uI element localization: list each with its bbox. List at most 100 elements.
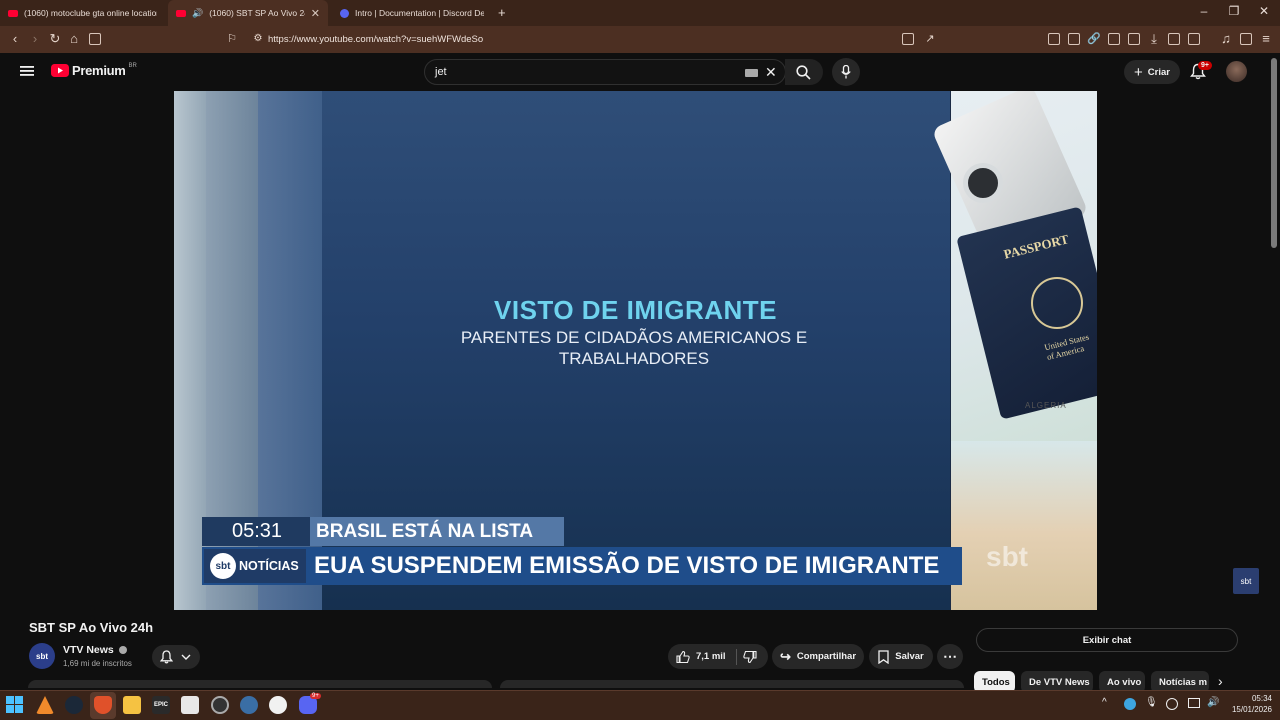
share-arrow-icon: ↪ [779, 648, 791, 664]
clock-time: 05:34 [1251, 694, 1272, 703]
tab-title: Intro | Documentation | Discord Deve [355, 8, 484, 18]
search-button[interactable] [785, 59, 823, 85]
downloads-icon[interactable]: ⤓ [1146, 32, 1162, 46]
video-player[interactable]: PASSPORT United States of America ALGERI… [174, 91, 1097, 610]
region-code: BR [128, 62, 137, 69]
show-chat-button[interactable]: Exibir chat [976, 628, 1238, 652]
map-label: ALGERIA [1025, 401, 1067, 410]
video-graphic-title: VISTO DE IMIGRANTE [494, 295, 777, 325]
sbt-noticias-logo: sbt NOTÍCIAS [204, 549, 306, 583]
notifications-button[interactable]: 9+ [1190, 61, 1212, 80]
store-icon[interactable] [181, 696, 199, 714]
channel-name-text: VTV News [63, 644, 114, 656]
link-icon[interactable]: 🔗 [1086, 32, 1102, 46]
back-icon[interactable]: ‹ [7, 32, 23, 46]
divider [735, 648, 737, 665]
channel-avatar[interactable]: sbt [29, 643, 55, 669]
windows-start-icon[interactable] [6, 696, 23, 713]
extensions-icon[interactable] [1048, 33, 1060, 45]
apps-grid-icon[interactable] [1128, 33, 1140, 45]
chevron-right-icon[interactable]: › [1218, 673, 1223, 689]
clear-search-icon[interactable]: ✕ [765, 64, 777, 81]
address-toolbar: ‹ › ↻ ⌂ ⚐ ⚙ https://www.youtube.com/watc… [0, 26, 1280, 73]
save-button[interactable]: Salvar [869, 644, 933, 669]
sbt-watermark: sbt [986, 541, 1028, 572]
search-icon [796, 65, 811, 80]
url-field[interactable]: https://www.youtube.com/watch?v=suehWFWd… [268, 34, 483, 45]
thumbs-down-icon[interactable] [742, 650, 757, 664]
settings-gear-icon[interactable] [240, 696, 258, 714]
file-explorer-icon[interactable] [123, 696, 141, 714]
forward-icon[interactable]: › [27, 32, 43, 46]
browser-tab-bar: (1060) motoclube gta online location 🔊 (… [0, 0, 1280, 26]
account-avatar[interactable] [1226, 61, 1247, 82]
epic-games-icon[interactable]: EPIC [152, 696, 170, 714]
browser-menu-icon[interactable]: ≡ [1258, 32, 1274, 46]
voice-search-button[interactable] [832, 58, 860, 86]
system-clock[interactable]: 05:34 15/01/2026 [1222, 693, 1272, 715]
music-icon[interactable]: ♫ [1218, 32, 1234, 46]
share-page-icon[interactable]: ↗ [922, 32, 938, 46]
minimize-icon[interactable]: – [1189, 4, 1219, 18]
sidebar-toggle-icon[interactable] [89, 33, 101, 45]
chevron-down-icon [181, 654, 191, 660]
youtube-play-icon [51, 64, 69, 77]
cast-icon[interactable] [902, 33, 914, 45]
close-tab-icon[interactable]: ✕ [311, 7, 320, 20]
subscriber-count: 1,69 mi de inscritos [63, 659, 132, 668]
create-button[interactable]: + Criar [1124, 60, 1180, 84]
save-label: Salvar [895, 651, 924, 662]
share-label: Compartilhar [796, 651, 857, 662]
youtube-premium-logo[interactable]: Premium BR [51, 63, 137, 78]
tray-cloud-icon[interactable] [1124, 698, 1136, 710]
tab-sbt-live[interactable]: 🔊 (1060) SBT SP Ao Vivo 24h - Y ✕ [168, 0, 328, 26]
hamburger-menu-icon[interactable] [20, 65, 34, 77]
window-close-icon[interactable]: ✕ [1249, 4, 1279, 18]
more-dots-icon: ⋯ [943, 648, 957, 664]
bookmark-icon[interactable]: ⚐ [224, 32, 240, 46]
scrollbar-thumb[interactable] [1271, 58, 1277, 248]
more-actions-button[interactable]: ⋯ [937, 644, 963, 669]
side-panel-icon[interactable] [1240, 33, 1252, 45]
reading-list-icon[interactable] [1188, 33, 1200, 45]
description-placeholder [500, 680, 964, 688]
reload-icon[interactable]: ↻ [47, 32, 63, 46]
bell-icon [160, 650, 173, 664]
camera-lens [963, 163, 1003, 203]
search-query: jet [435, 66, 447, 78]
video-title: SBT SP Ao Vivo 24h [29, 620, 154, 635]
tray-volume-icon[interactable]: 🔊 [1207, 697, 1219, 708]
wallet-icon[interactable] [1068, 33, 1080, 45]
subscription-bell-button[interactable] [152, 645, 200, 669]
brave-browser-icon[interactable] [94, 696, 112, 714]
site-settings-icon[interactable]: ⚙ [250, 32, 266, 46]
steam-icon[interactable] [65, 696, 83, 714]
thumbs-up-icon[interactable] [676, 650, 690, 664]
tray-network-icon[interactable] [1188, 698, 1200, 708]
tab-title: (1060) SBT SP Ao Vivo 24h - Y [209, 8, 305, 18]
tab-discord-docs[interactable]: Intro | Documentation | Discord Deve [332, 0, 492, 26]
discord-icon [340, 8, 349, 18]
tray-sync-icon[interactable] [1166, 698, 1178, 710]
history-icon[interactable] [1168, 33, 1180, 45]
tray-mic-icon[interactable]: 🎙 [1145, 697, 1158, 708]
tab-motoclube[interactable]: (1060) motoclube gta online location [0, 0, 165, 26]
logo-text: Premium [72, 63, 126, 78]
plus-icon: + [1134, 63, 1143, 81]
channel-name[interactable]: VTV News [63, 644, 127, 656]
keyboard-icon[interactable] [745, 69, 758, 77]
obs-icon[interactable] [211, 696, 229, 714]
new-tab-plus-icon[interactable]: + [498, 5, 506, 20]
clock-app-icon[interactable] [269, 696, 287, 714]
home-icon[interactable]: ⌂ [66, 32, 82, 46]
share-button[interactable]: ↪ Compartilhar [772, 644, 864, 669]
search-input[interactable]: jet ✕ [424, 59, 786, 85]
lower-third-headline: EUA SUSPENDEM EMISSÃO DE VISTO DE IMIGRA… [314, 552, 940, 579]
map-illustration [951, 441, 1097, 610]
channel-branding-icon[interactable]: sbt [1233, 568, 1259, 594]
like-count[interactable]: 7,1 mil [696, 651, 726, 662]
tray-expand-icon[interactable]: ^ [1102, 697, 1107, 708]
picture-in-picture-icon[interactable] [1108, 33, 1120, 45]
restore-icon[interactable]: ❐ [1219, 4, 1249, 18]
create-label: Criar [1147, 66, 1170, 78]
